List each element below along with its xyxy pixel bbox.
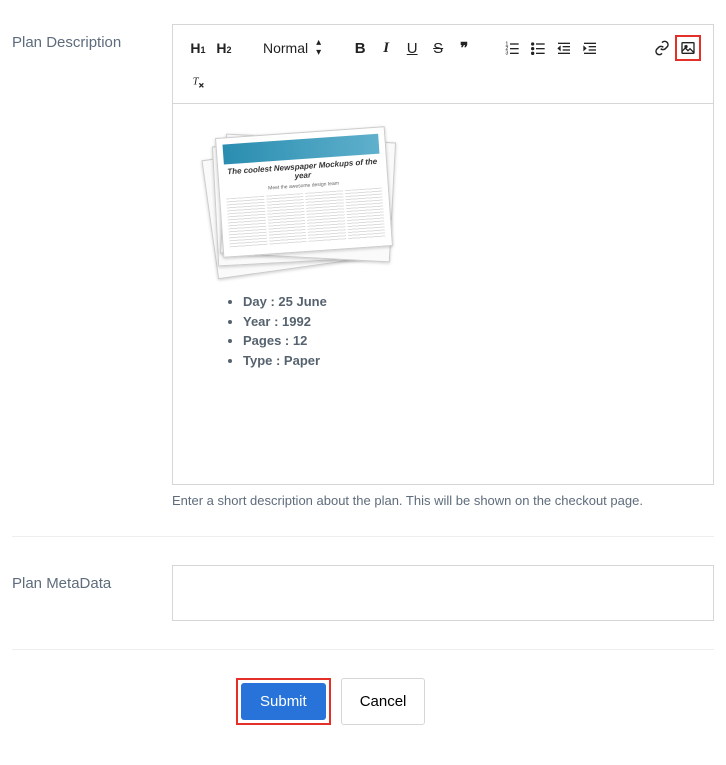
bold-button[interactable]: B	[347, 35, 373, 61]
submit-highlight: Submit	[236, 678, 331, 725]
list-item: Year : 1992	[243, 312, 683, 332]
svg-text:T: T	[193, 77, 200, 88]
svg-text:3: 3	[505, 51, 508, 56]
newspaper-image: The coolest Newspaper Mockups of the yea…	[203, 124, 403, 274]
outdent-icon	[556, 40, 572, 56]
divider	[12, 649, 714, 650]
blockquote-button[interactable]: ❞	[451, 35, 477, 61]
italic-button[interactable]: I	[373, 35, 399, 61]
link-icon	[654, 40, 670, 56]
editor-bullet-list: Day : 25 June Year : 1992 Pages : 12 Typ…	[203, 292, 683, 370]
heading2-button[interactable]: H2	[211, 35, 237, 61]
list-item: Pages : 12	[243, 331, 683, 351]
outdent-button[interactable]	[551, 35, 577, 61]
underline-button[interactable]: U	[399, 35, 425, 61]
divider	[12, 536, 714, 537]
editor-content-area[interactable]: The coolest Newspaper Mockups of the yea…	[173, 104, 713, 484]
editor-toolbar: H1 H2 Normal ▴▾ B I U S ❞	[173, 25, 713, 104]
heading1-button[interactable]: H1	[185, 35, 211, 61]
plan-metadata-input[interactable]	[172, 565, 714, 621]
clear-format-icon: T	[190, 74, 206, 90]
plan-metadata-label: Plan MetaData	[12, 565, 152, 621]
list-item: Type : Paper	[243, 351, 683, 371]
indent-button[interactable]	[577, 35, 603, 61]
link-button[interactable]	[649, 35, 675, 61]
submit-button[interactable]: Submit	[241, 683, 326, 720]
unordered-list-icon	[530, 40, 546, 56]
cancel-button[interactable]: Cancel	[341, 678, 426, 725]
format-select[interactable]: Normal ▴▾	[259, 38, 325, 58]
list-item: Day : 25 June	[243, 292, 683, 312]
rich-text-editor: H1 H2 Normal ▴▾ B I U S ❞	[172, 24, 714, 485]
strike-button[interactable]: S	[425, 35, 451, 61]
unordered-list-button[interactable]	[525, 35, 551, 61]
ordered-list-button[interactable]: 123	[499, 35, 525, 61]
chevron-updown-icon: ▴▾	[316, 38, 321, 58]
clear-format-button[interactable]: T	[185, 69, 211, 95]
plan-description-label: Plan Description	[12, 24, 152, 508]
image-icon	[680, 40, 696, 56]
ordered-list-icon: 123	[504, 40, 520, 56]
format-select-label: Normal	[263, 40, 308, 56]
plan-description-help: Enter a short description about the plan…	[172, 493, 714, 508]
indent-icon	[582, 40, 598, 56]
image-button[interactable]	[675, 35, 701, 61]
